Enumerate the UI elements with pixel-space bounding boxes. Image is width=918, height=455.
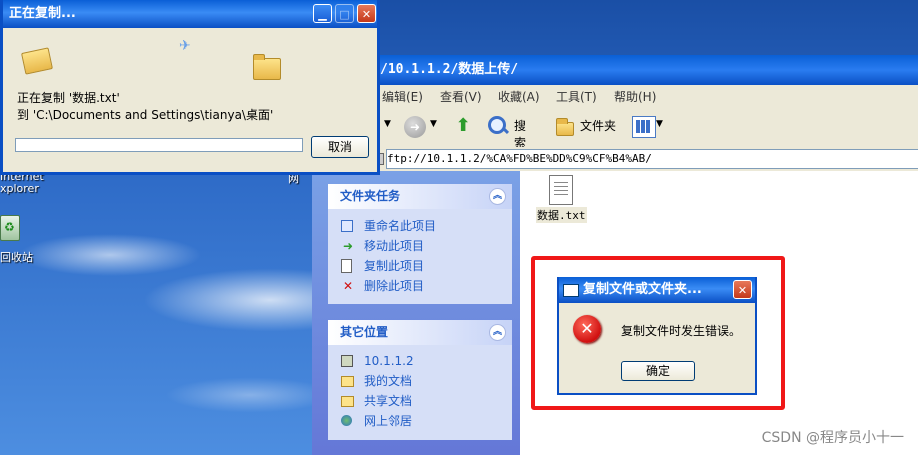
destination-folder-icon bbox=[253, 54, 281, 80]
close-icon: ✕ bbox=[737, 284, 748, 297]
folders-button[interactable]: 文件夹 bbox=[552, 113, 624, 139]
text-file-icon[interactable] bbox=[549, 175, 573, 205]
toolbar: ▼ ➜ ▼ ⬆ 搜索 文件夹 ▼ bbox=[312, 107, 918, 150]
minimize-button[interactable]: ▁ bbox=[313, 4, 332, 23]
flying-paper-icon: ✈ bbox=[179, 38, 191, 54]
forward-arrow-icon: ➜ bbox=[409, 120, 421, 134]
my-documents-icon bbox=[341, 376, 354, 387]
collapse-chevron-icon[interactable]: ︽ bbox=[489, 188, 506, 205]
task-move-label: 移动此项目 bbox=[364, 239, 425, 253]
copy-icon bbox=[341, 259, 352, 273]
place-shared-documents-label: 共享文档 bbox=[364, 394, 413, 408]
copy-error-dialog: 复制文件或文件夹... ✕ ✕ 复制文件时发生错误。 确定 bbox=[557, 277, 757, 395]
menu-tools[interactable]: 工具(T) bbox=[556, 88, 597, 105]
other-places-header[interactable]: 其它位置 ︽ bbox=[328, 320, 512, 345]
place-server-label: 10.1.1.2 bbox=[364, 354, 414, 368]
search-label: 搜索 bbox=[514, 119, 527, 150]
views-dropdown-icon[interactable]: ▼ bbox=[656, 119, 663, 129]
menu-bar: 编辑(E) 查看(V) 收藏(A) 工具(T) 帮助(H) bbox=[312, 85, 918, 108]
rename-icon bbox=[341, 220, 353, 232]
up-folder-button[interactable]: ⬆ bbox=[452, 115, 474, 137]
collapse-chevron-icon[interactable]: ︽ bbox=[489, 324, 506, 341]
cancel-button[interactable]: 取消 bbox=[311, 136, 369, 158]
task-rename[interactable]: 重命名此项目 bbox=[328, 216, 512, 236]
recycle-bin-label[interactable]: 回收站 bbox=[0, 249, 33, 265]
address-bar: ftp://10.1.1.2/%CA%FD%BE%DD%C9%CF%B4%AB/ bbox=[312, 147, 918, 171]
recycle-arrow-icon: ♻ bbox=[4, 220, 15, 234]
server-icon bbox=[341, 355, 353, 367]
ie-icon-label-2[interactable]: xplorer bbox=[0, 182, 39, 195]
file-tasks-header[interactable]: 文件夹任务 ︽ bbox=[328, 184, 512, 209]
close-button[interactable]: ✕ bbox=[733, 280, 752, 299]
forward-dropdown-icon[interactable]: ▼ bbox=[430, 119, 437, 129]
task-copy[interactable]: 复制此项目 bbox=[328, 256, 512, 276]
delete-icon: ✕ bbox=[342, 279, 354, 293]
shared-documents-icon bbox=[341, 396, 354, 407]
task-pane: 文件夹任务 ︽ 重命名此项目 ➜ 移动此项目 复制此项目 ✕ 删除此项目 其它位… bbox=[312, 171, 520, 455]
source-folder-icon bbox=[21, 47, 53, 75]
menu-favorites[interactable]: 收藏(A) bbox=[498, 88, 540, 105]
menu-view[interactable]: 查看(V) bbox=[440, 88, 482, 105]
explorer-title-bar[interactable]: /10.1.1.2/数据上传/ bbox=[312, 55, 918, 85]
copy-progress-dialog: 正在复制... ▁ □ ✕ ✈ 正在复制 '数据.txt' 到 'C:\Docu… bbox=[0, 0, 380, 175]
task-move[interactable]: ➜ 移动此项目 bbox=[328, 236, 512, 256]
task-copy-label: 复制此项目 bbox=[364, 259, 425, 273]
place-my-documents[interactable]: 我的文档 bbox=[328, 371, 512, 391]
error-dialog-title-bar[interactable]: 复制文件或文件夹... ✕ bbox=[559, 277, 755, 303]
maximize-button: □ bbox=[335, 4, 354, 23]
error-icon: ✕ bbox=[573, 315, 601, 343]
ok-label: 确定 bbox=[645, 364, 670, 378]
place-network-label: 网上邻居 bbox=[364, 414, 413, 428]
address-value: ftp://10.1.1.2/%CA%FD%BE%DD%C9%CF%B4%AB/ bbox=[387, 152, 652, 165]
task-delete-label: 删除此项目 bbox=[364, 279, 425, 293]
close-icon: ✕ bbox=[361, 8, 372, 21]
network-places-icon bbox=[341, 415, 352, 426]
folders-label: 文件夹 bbox=[580, 119, 617, 133]
file-name-label[interactable]: 数据.txt bbox=[536, 207, 587, 223]
copy-dialog-title-bar[interactable]: 正在复制... ▁ □ ✕ bbox=[3, 0, 377, 28]
back-dropdown-icon[interactable]: ▼ bbox=[384, 119, 391, 129]
views-grid-icon bbox=[636, 120, 651, 133]
search-handle-icon bbox=[501, 126, 510, 135]
copy-destination-line: 到 'C:\Documents and Settings\tianya\桌面' bbox=[17, 108, 274, 122]
copy-dialog-title: 正在复制... bbox=[9, 6, 76, 21]
place-network[interactable]: 网上邻居 bbox=[328, 411, 512, 431]
place-shared-documents[interactable]: 共享文档 bbox=[328, 391, 512, 411]
menu-help[interactable]: 帮助(H) bbox=[614, 88, 656, 105]
file-tasks-panel: 文件夹任务 ︽ 重命名此项目 ➜ 移动此项目 复制此项目 ✕ 删除此项目 bbox=[328, 184, 512, 304]
minimize-icon: ▁ bbox=[318, 8, 327, 21]
views-button[interactable] bbox=[632, 116, 656, 138]
error-dialog-title: 复制文件或文件夹... bbox=[583, 282, 702, 297]
other-places-panel: 其它位置 ︽ 10.1.1.2 我的文档 共享文档 网上邻居 bbox=[328, 320, 512, 440]
maximize-icon: □ bbox=[339, 8, 350, 21]
copy-status-line: 正在复制 '数据.txt' bbox=[17, 91, 120, 105]
file-tasks-title: 文件夹任务 bbox=[340, 189, 401, 203]
recycle-bin-icon[interactable]: ♻ bbox=[0, 215, 20, 241]
desktop: Internet xplorer ♻ 回收站 网 /10.1.1.2/数据上传/… bbox=[0, 0, 918, 455]
other-places-title: 其它位置 bbox=[340, 325, 389, 339]
task-delete[interactable]: ✕ 删除此项目 bbox=[328, 276, 512, 296]
close-button[interactable]: ✕ bbox=[357, 4, 376, 23]
task-rename-label: 重命名此项目 bbox=[364, 219, 437, 233]
cancel-label: 取消 bbox=[327, 140, 352, 154]
watermark-text: CSDN @程序员小十一 bbox=[761, 430, 904, 446]
address-field[interactable]: ftp://10.1.1.2/%CA%FD%BE%DD%C9%CF%B4%AB/ bbox=[386, 149, 918, 169]
menu-edit[interactable]: 编辑(E) bbox=[382, 88, 423, 105]
window-icon bbox=[563, 284, 579, 297]
place-server[interactable]: 10.1.1.2 bbox=[328, 351, 512, 371]
folder-icon bbox=[556, 118, 574, 136]
copy-progress-bar bbox=[15, 138, 303, 152]
forward-button[interactable]: ➜ bbox=[404, 116, 426, 138]
move-icon: ➜ bbox=[342, 239, 354, 253]
ok-button[interactable]: 确定 bbox=[621, 361, 695, 381]
error-message: 复制文件时发生错误。 bbox=[621, 324, 742, 338]
place-my-documents-label: 我的文档 bbox=[364, 374, 413, 388]
up-arrow-icon: ⬆ bbox=[455, 115, 471, 136]
